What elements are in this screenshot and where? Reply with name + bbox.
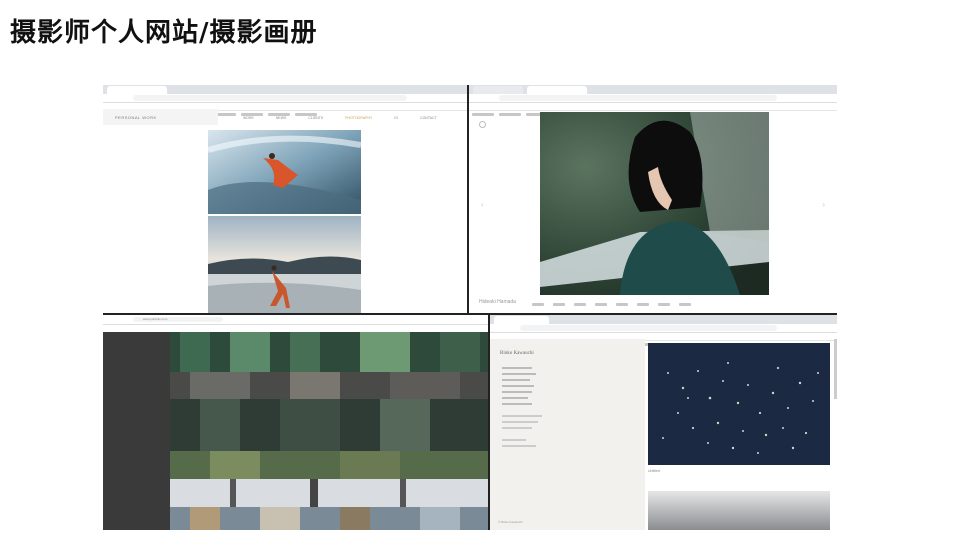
tab-title: www.portfolio.com — [143, 317, 168, 321]
address-bar[interactable] — [103, 94, 467, 103]
site-brand-bar: PERSONAL WORK — [103, 109, 218, 125]
site-caption: Hideaki Hamada — [479, 299, 516, 305]
nav-link[interactable]: CLIENTS — [308, 116, 323, 120]
screenshot-grid: Erik Almas - Personal PERSONAL WORK WORK… — [103, 85, 837, 530]
browser-tabbar: Portraits - Hideaki Hamada — [469, 85, 837, 100]
nav-link[interactable]: CONTACT — [420, 116, 437, 120]
browser-tab-active[interactable]: Portraits - Hideaki Hamada — [527, 86, 587, 100]
screenshot-top-right: Portraits - Hideaki Hamada ‹ › Hideaki H… — [469, 85, 837, 313]
bookmarks-bar — [469, 103, 837, 116]
slide-title: 摄影师个人网站/摄影画册 — [10, 18, 318, 48]
gallery-sidebar — [103, 332, 170, 530]
browser-tabbar: Erik Almas - Personal — [103, 85, 467, 100]
artist-info-panel: Rinko Kawauchi © Rinko Kawauchi — [490, 339, 645, 530]
browser-tab[interactable]: Rinko Kawauchi — [494, 316, 549, 330]
nav-link[interactable]: IG — [394, 116, 398, 120]
photo-bird-flock[interactable] — [648, 343, 830, 465]
address-bar[interactable] — [469, 94, 837, 103]
scrollbar[interactable] — [834, 339, 837, 399]
prev-arrow-icon[interactable]: ‹ — [481, 200, 484, 209]
browser-tab[interactable]: Erik Almas - Personal — [107, 86, 167, 100]
artist-name: Rinko Kawauchi — [500, 351, 534, 356]
screenshot-bottom-left: www.portfolio.com — [103, 315, 488, 530]
nav-link[interactable]: NEWS — [276, 116, 287, 120]
photo-next-preview[interactable] — [648, 491, 830, 530]
site-nav: WORK NEWS CLIENTS PHOTOGRAPHY IG CONTACT — [243, 116, 437, 120]
screenshot-bottom-right: Rinko Kawauchi Rinko Kawauchi — [490, 315, 837, 530]
screenshot-top-left: Erik Almas - Personal PERSONAL WORK WORK… — [103, 85, 467, 313]
address-bar[interactable]: www.portfolio.com — [103, 315, 488, 325]
info-icon[interactable] — [479, 121, 486, 128]
next-arrow-icon[interactable]: › — [822, 200, 825, 209]
photo-grid[interactable] — [170, 332, 488, 530]
site-footer-nav — [529, 301, 693, 306]
nav-link[interactable]: WORK — [243, 116, 254, 120]
address-bar[interactable] — [490, 324, 837, 333]
nav-link-active[interactable]: PHOTOGRAPHY — [345, 116, 372, 120]
brand-text: PERSONAL WORK — [115, 115, 157, 120]
artist-menu — [502, 367, 542, 447]
site-footer: © Rinko Kawauchi — [498, 520, 523, 524]
photo-caption: Untitled — [648, 469, 660, 473]
photo-dancer-ice[interactable] — [208, 130, 361, 214]
photo-dancer-shore[interactable] — [208, 216, 361, 313]
photo-portrait-girl[interactable] — [540, 112, 769, 295]
browser-tabbar: Rinko Kawauchi — [490, 315, 837, 330]
browser-tab[interactable] — [473, 86, 523, 94]
